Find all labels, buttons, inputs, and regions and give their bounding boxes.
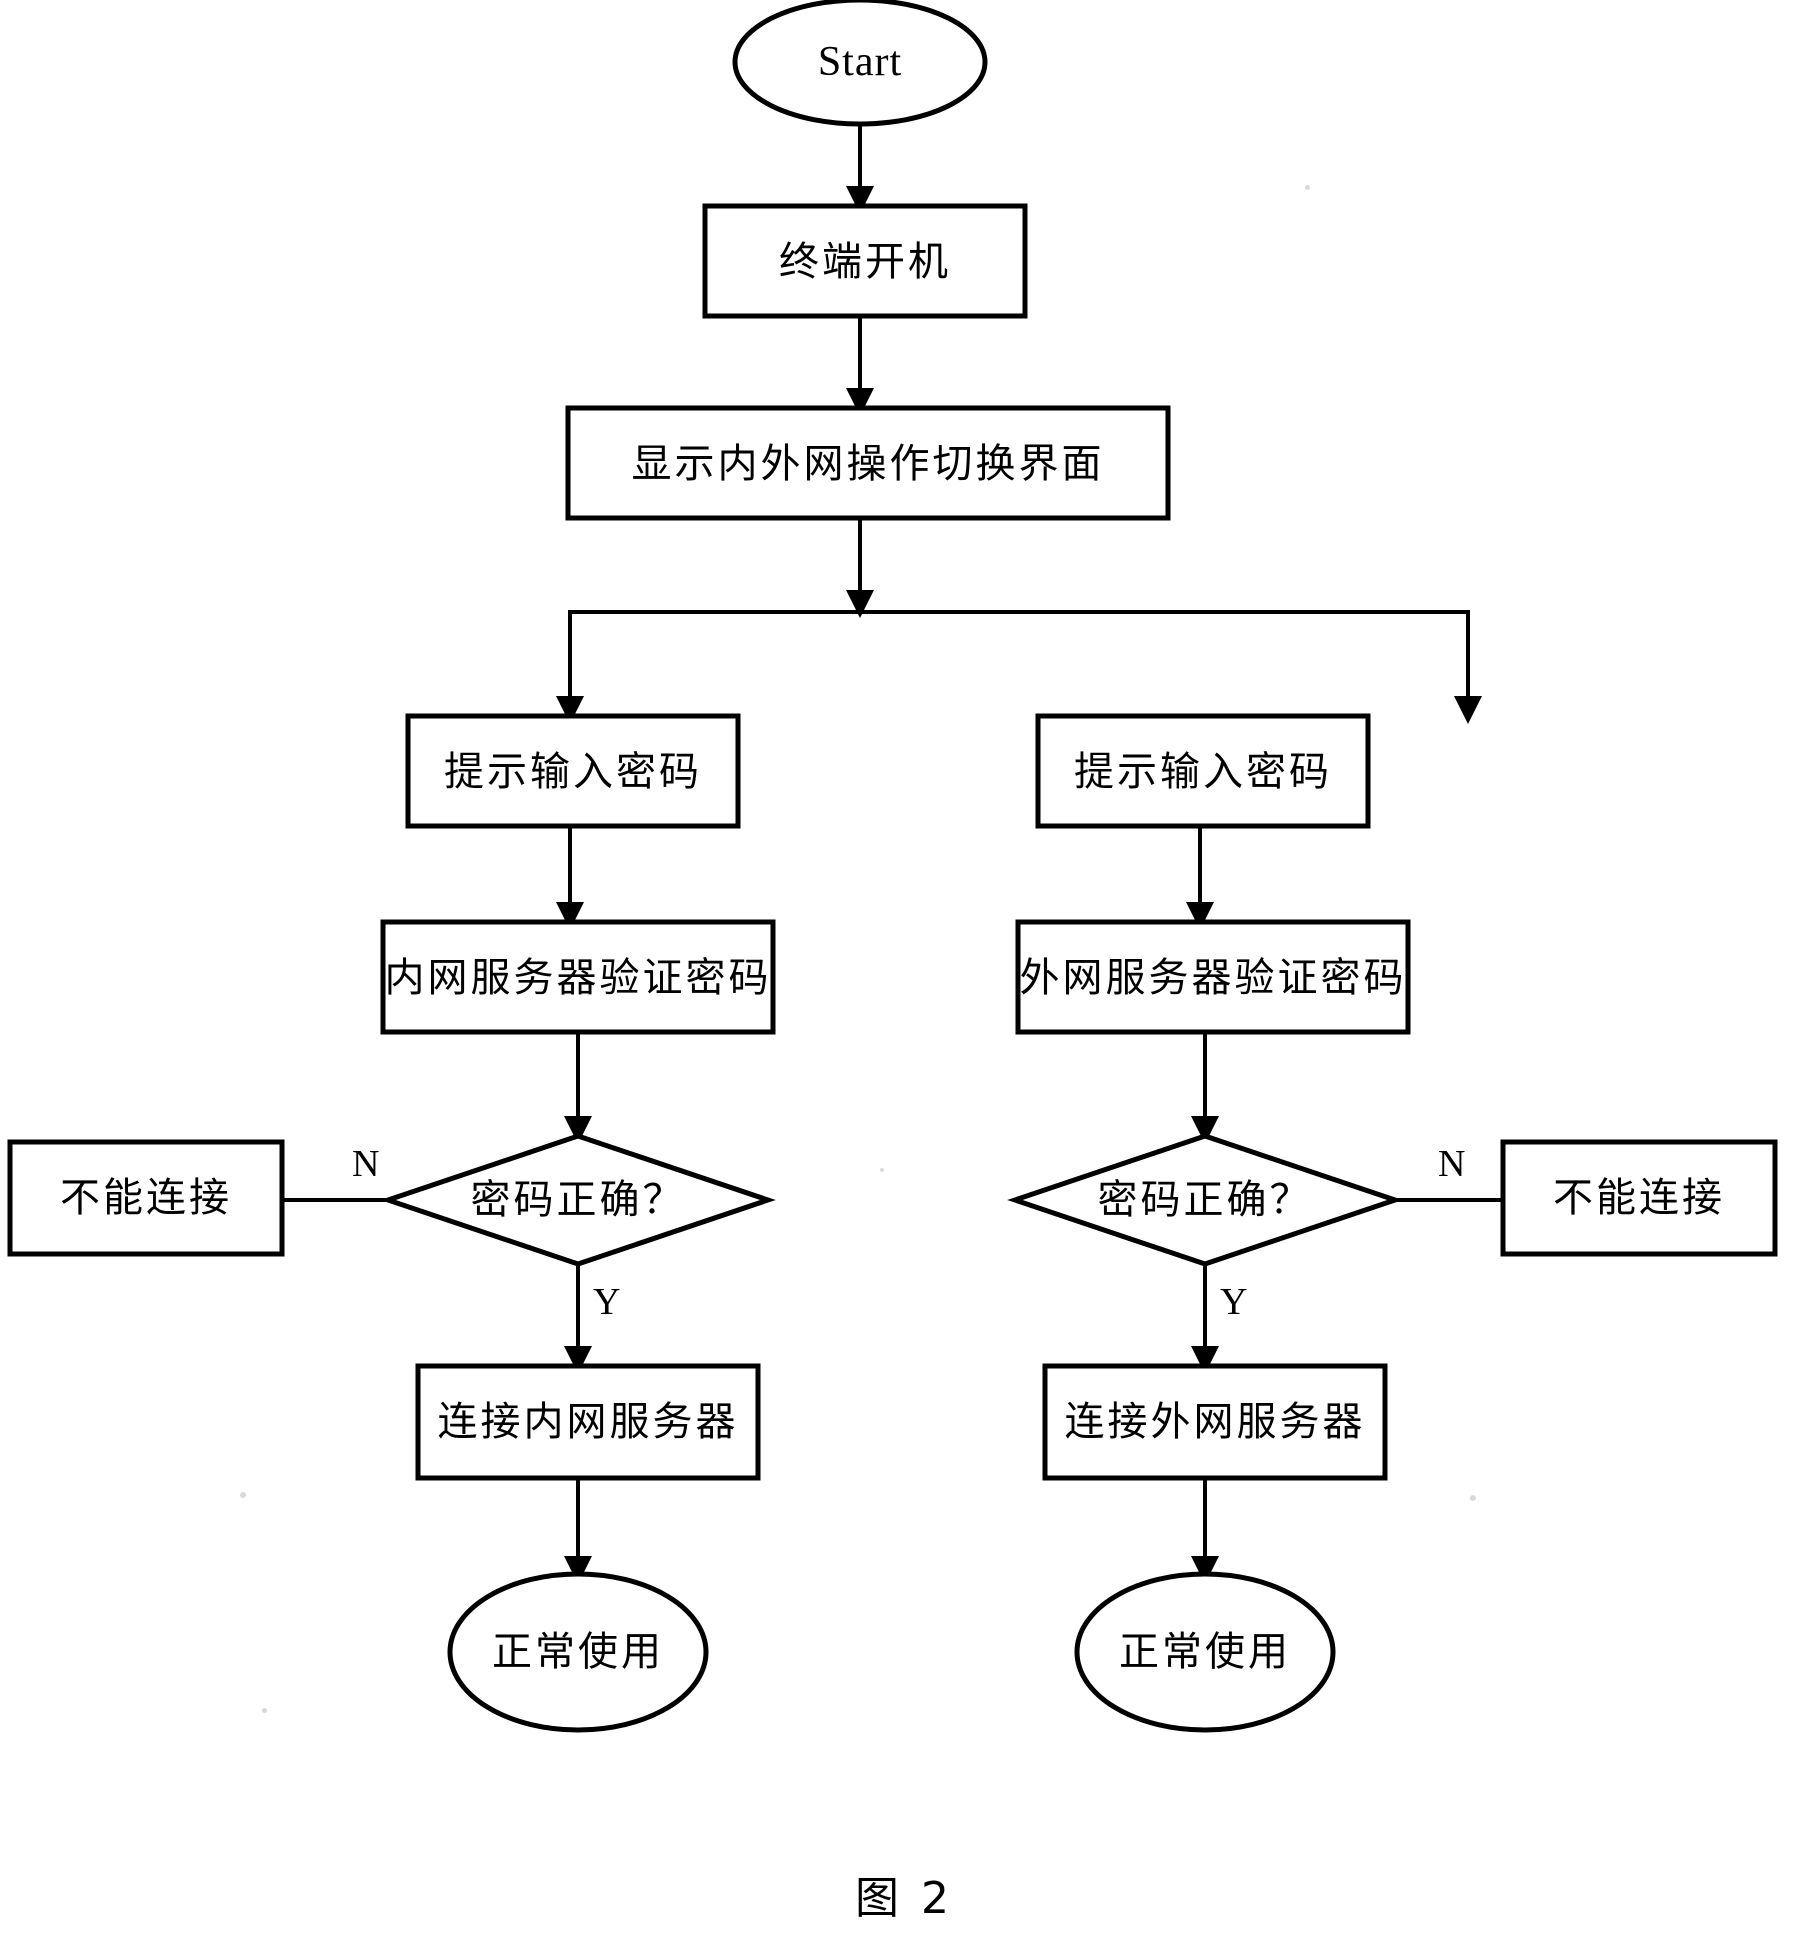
left-verify-label: 内网服务器验证密码 [384, 955, 772, 1001]
left-no-label: N [352, 1143, 380, 1185]
right-verify-label: 外网服务器验证密码 [1019, 955, 1407, 1001]
scan-speckle [1470, 1495, 1476, 1501]
left-connect-label: 连接内网服务器 [437, 1399, 739, 1445]
left-cannot-connect-label: 不能连接 [60, 1175, 232, 1221]
right-connect-label: 连接外网服务器 [1064, 1399, 1366, 1445]
show-switch-ui-label: 显示内外网操作切换界面 [631, 441, 1105, 487]
left-prompt-password-label: 提示输入密码 [444, 749, 702, 795]
power-on-label: 终端开机 [779, 239, 951, 285]
flowchart-shapes [7, 0, 1778, 1733]
right-cannot-connect-label: 不能连接 [1553, 1175, 1725, 1221]
right-yes-label: Y [1220, 1281, 1248, 1323]
right-decision-label: 密码正确？ [1097, 1177, 1313, 1223]
left-yes-label: Y [593, 1281, 621, 1323]
scan-speckle [880, 1168, 884, 1172]
right-normal-use-label: 正常使用 [1119, 1629, 1291, 1675]
figure-canvas: Start 终端开机 显示内外网操作切换界面 提示输入密码 内网服务器验证密码 … [0, 0, 1820, 1950]
right-prompt-password-label: 提示输入密码 [1074, 749, 1332, 795]
scan-speckle [1305, 185, 1310, 190]
left-decision-label: 密码正确？ [470, 1177, 686, 1223]
figure-caption: 图 2 [855, 1873, 953, 1924]
scan-speckle [240, 1492, 246, 1498]
scan-speckle [262, 1708, 267, 1713]
left-normal-use-label: 正常使用 [492, 1629, 664, 1675]
start-label: Start [817, 38, 903, 85]
right-no-label: N [1438, 1143, 1466, 1185]
